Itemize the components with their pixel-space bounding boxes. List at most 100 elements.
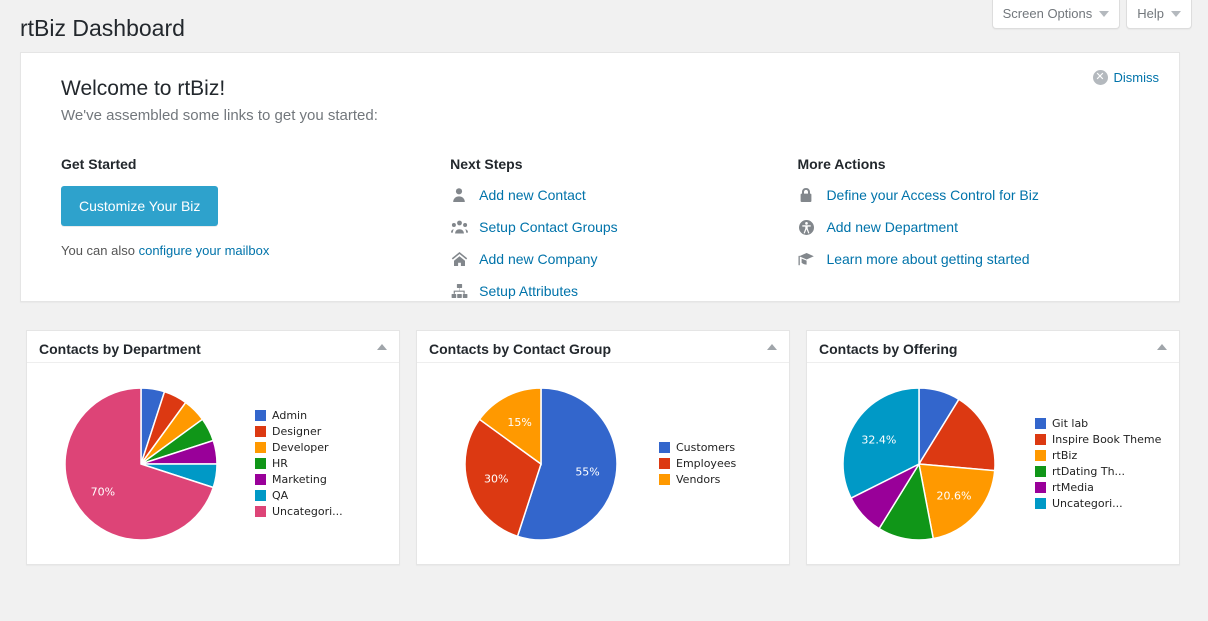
users-group-icon [450,218,468,236]
next-step-add-new-company[interactable]: Add new Company [450,250,797,268]
pie-slice-label: 30% [484,472,508,485]
top-bar: rtBiz Dashboard Screen Options Help [0,0,1208,52]
universal-access-icon [797,218,815,236]
legend-item[interactable]: Designer [255,425,343,438]
legend-label: Inspire Book Theme [1052,433,1162,446]
legend-item[interactable]: Marketing [255,473,343,486]
customize-your-biz-button[interactable]: Customize Your Biz [61,186,219,226]
widget-header: Contacts by Contact Group [417,331,789,363]
legend-label: Designer [272,425,322,438]
get-started-heading: Get Started [61,156,137,172]
widget-title: Contacts by Department [39,341,201,357]
chart-legend-offering: Git lab Inspire Book Theme rtBiz rtDating T… [1035,417,1161,510]
legend-label: Admin [272,409,308,422]
pie-slice-label: 20.6% [936,489,971,502]
next-step-label[interactable]: Add new Company [479,250,597,268]
more-action-add-new-department[interactable]: Add new Department [797,218,1159,236]
screen-meta-links: Screen Options Help [991,0,1192,29]
legend-color-swatch [1035,482,1046,493]
legend-label: Uncategori... [272,505,343,518]
legend-item[interactable]: Customers [659,441,736,454]
widget-body: 70% Admin Designer Developer HR Marketing QA U… [27,363,399,564]
chart-legend-department: Admin Designer Developer HR Marketing QA Uncat… [255,409,343,518]
next-steps-heading: Next Steps [450,156,523,172]
legend-color-swatch [255,490,266,501]
welcome-subtitle: We've assembled some links to get you st… [61,107,378,124]
legend-color-swatch [659,474,670,485]
screen-options-button[interactable]: Screen Options [991,0,1121,29]
legend-item[interactable]: Employees [659,457,736,470]
dismiss-button[interactable]: ✕ Dismiss [1092,70,1160,85]
legend-label: Marketing [272,473,327,486]
legend-item[interactable]: QA [255,489,343,502]
welcome-columns: Get Started Customize Your Biz You can a… [61,155,1159,300]
legend-item[interactable]: rtMedia [1035,481,1161,494]
legend-item[interactable]: Vendors [659,473,736,486]
legend-label: Vendors [676,473,721,486]
legend-item[interactable]: Inspire Book Theme [1035,433,1161,446]
legend-item[interactable]: Uncategori... [1035,497,1161,510]
configure-mailbox-link[interactable]: configure your mailbox [139,243,270,258]
chevron-up-icon[interactable] [1157,344,1167,350]
column-get-started: Get Started Customize Your Biz You can a… [61,155,450,300]
more-action-label[interactable]: Add new Department [826,218,958,236]
legend-color-swatch [255,442,266,453]
lock-icon [797,186,815,204]
next-step-label[interactable]: Add new Contact [479,186,586,204]
chevron-up-icon[interactable] [767,344,777,350]
legend-color-swatch [1035,418,1046,429]
next-step-setup-attributes[interactable]: Setup Attributes [450,282,797,300]
more-action-label[interactable]: Learn more about getting started [826,250,1029,268]
legend-item[interactable]: Uncategori... [255,505,343,518]
dismiss-label: Dismiss [1113,70,1160,85]
chevron-up-icon[interactable] [377,344,387,350]
legend-label: HR [272,457,288,470]
legend-item[interactable]: Admin [255,409,343,422]
legend-color-swatch [659,458,670,469]
more-action-label[interactable]: Define your Access Control for Biz [826,186,1038,204]
welcome-panel: ✕ Dismiss Welcome to rtBiz! We've assemb… [20,52,1180,302]
legend-label: QA [272,489,289,502]
legend-item[interactable]: rtDating Th... [1035,465,1161,478]
column-next-steps: Next Steps Add new Contact Setup Contact… [450,155,797,300]
next-step-label[interactable]: Setup Attributes [479,282,578,300]
legend-label: Employees [676,457,737,470]
more-action-learn-more[interactable]: Learn more about getting started [797,250,1159,268]
chevron-down-icon [1099,10,1110,17]
welcome-title: Welcome to rtBiz! [61,77,226,100]
legend-item[interactable]: Developer [255,441,343,454]
close-circle-icon: ✕ [1092,70,1108,85]
configure-mailbox-row: You can also configure your mailbox [61,242,450,259]
help-button[interactable]: Help [1126,0,1192,29]
legend-label: Git lab [1052,417,1089,430]
legend-label: Developer [272,441,329,454]
chart-legend-contact-group: Customers Employees Vendors [659,441,736,486]
legend-item[interactable]: rtBiz [1035,449,1161,462]
next-step-setup-contact-groups[interactable]: Setup Contact Groups [450,218,797,236]
legend-item[interactable]: HR [255,457,343,470]
user-icon [450,186,468,204]
pie-slice-label: 55% [575,465,599,478]
widget-title: Contacts by Contact Group [429,341,612,357]
legend-item[interactable]: Git lab [1035,417,1161,430]
legend-color-swatch [1035,450,1046,461]
next-step-add-new-contact[interactable]: Add new Contact [450,186,797,204]
pie-slice-label: 15% [507,416,531,429]
pie-chart-offering: 20.6% 32.4% [813,369,1029,559]
widget-contacts-by-offering: Contacts by Offering 20.6% 32.4% Git lab I… [806,330,1180,565]
help-label: Help [1137,6,1164,21]
legend-color-swatch [1035,498,1046,509]
legend-color-swatch [255,426,266,437]
next-step-label[interactable]: Setup Contact Groups [479,218,618,236]
legend-label: rtMedia [1052,481,1094,494]
widget-header: Contacts by Department [27,331,399,363]
legend-color-swatch [1035,466,1046,477]
legend-color-swatch [255,410,266,421]
widget-title: Contacts by Offering [819,341,958,357]
screen-options-label: Screen Options [1002,6,1093,21]
pie-slice-label: 32.4% [861,433,896,446]
more-action-define-access-control[interactable]: Define your Access Control for Biz [797,186,1159,204]
legend-label: rtDating Th... [1052,465,1126,478]
also-prefix-text: You can also [61,243,139,258]
pie-chart-contact-group: 55% 30% 15% [423,369,653,559]
